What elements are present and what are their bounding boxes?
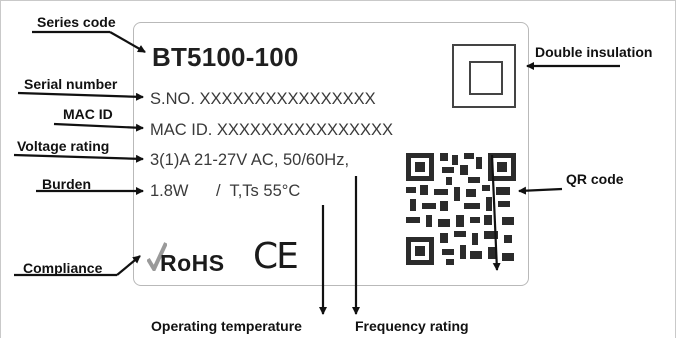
serial-number-arrow [17, 91, 144, 101]
mac-id-arrow [53, 122, 144, 132]
voltage-rating-arrow [13, 153, 144, 163]
qr-code-arrow [518, 186, 563, 195]
compliance-arrow [116, 255, 141, 276]
annotation-arrows [13, 30, 620, 315]
qr-down-arrow [490, 154, 501, 271]
series-code-arrow [109, 31, 146, 53]
